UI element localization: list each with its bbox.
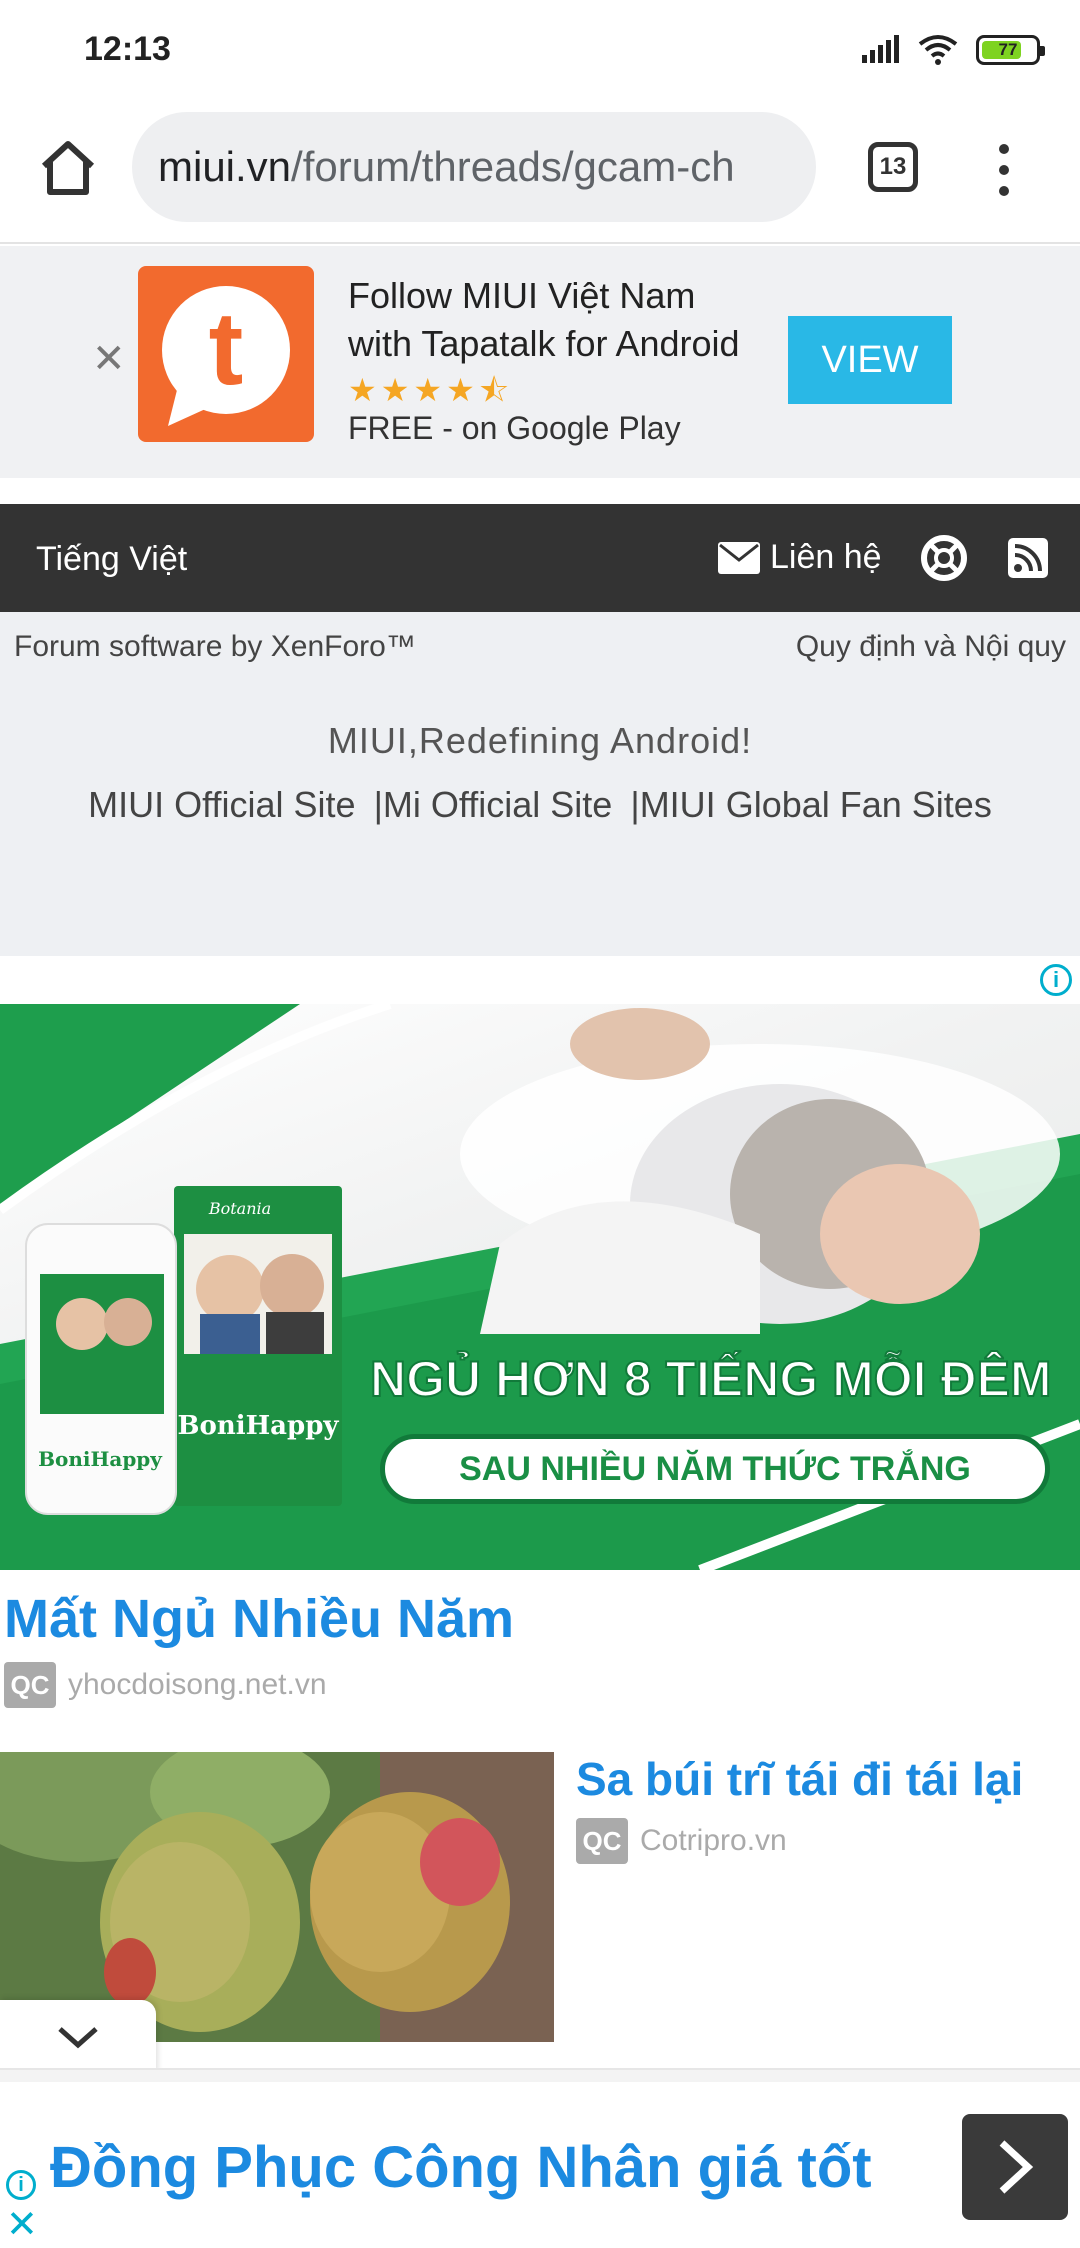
url-domain: miui.vn xyxy=(158,143,292,190)
source-domain: yhocdoisong.net.vn xyxy=(68,1668,327,1701)
ad-badge-2: QC xyxy=(576,1818,628,1864)
ad-info-icon-bottom[interactable]: i xyxy=(6,2170,36,2200)
miui-global-fan-sites-link[interactable]: |MIUI Global Fan Sites xyxy=(630,784,991,825)
tapatalk-logo[interactable]: t xyxy=(138,266,314,442)
forum-footer: Forum software by XenForo™ Quy định và N… xyxy=(0,612,1080,956)
article-source: QC yhocdoisong.net.vn xyxy=(4,1662,327,1708)
site-links: MIUI Official Site |Mi Official Site |MI… xyxy=(0,784,1080,826)
help-lifebuoy-icon[interactable] xyxy=(920,534,968,582)
ad-info-icon[interactable]: i xyxy=(1040,964,1072,996)
wifi-icon xyxy=(918,35,958,65)
address-bar[interactable]: miui.vn/forum/threads/gcam-ch xyxy=(132,112,816,222)
miui-official-site-link[interactable]: MIUI Official Site xyxy=(88,784,355,825)
article-source-2: QC Cotripro.vn xyxy=(576,1818,787,1864)
contact-link[interactable]: Liên hệ xyxy=(718,538,882,577)
ad-badge: QC xyxy=(4,1662,56,1708)
url-text: miui.vn/forum/threads/gcam-ch xyxy=(158,143,735,191)
collapse-ad-button[interactable] xyxy=(0,2000,156,2074)
forum-nav-bar: Tiếng Việt Liên hệ xyxy=(0,504,1080,612)
tapatalk-subtitle: FREE - on Google Play xyxy=(348,410,681,446)
tapatalk-title: Follow MIUI Việt Nam with Tapatalk for A… xyxy=(348,275,740,364)
rss-icon[interactable] xyxy=(1008,538,1048,578)
tapatalk-logo-icon: t xyxy=(162,286,290,426)
status-time: 12:13 xyxy=(84,30,171,68)
article-title[interactable]: Mất Ngủ Nhiều Năm xyxy=(4,1588,514,1650)
status-bar: 12:13 77 xyxy=(0,0,1080,100)
tagline: MIUI,Redefining Android! xyxy=(327,720,753,761)
fruit-image xyxy=(0,1752,554,2042)
mi-official-site-link[interactable]: |Mi Official Site xyxy=(374,784,613,825)
view-button[interactable]: VIEW xyxy=(788,316,952,404)
ad-subline: SAU NHIỀU NĂM THỨC TRẮNG xyxy=(380,1434,1050,1504)
source-domain-2: Cotripro.vn xyxy=(640,1824,787,1857)
bottom-ad-title[interactable]: Đồng Phục Công Nhân giá tốt xyxy=(50,2134,872,2201)
status-icons: 77 xyxy=(860,30,1045,70)
article-thumbnail[interactable] xyxy=(0,1752,554,2042)
ad-close-icon[interactable]: ✕ xyxy=(6,2206,38,2244)
software-credit-link[interactable]: Forum software by XenForo™ xyxy=(14,630,416,664)
close-icon[interactable]: ✕ xyxy=(92,336,126,382)
svg-text:t: t xyxy=(209,291,244,407)
battery-icon: 77 xyxy=(976,35,1045,65)
contact-label: Liên hệ xyxy=(770,538,882,576)
rules-link[interactable]: Quy định và Nội quy xyxy=(796,630,1066,664)
browser-toolbar: miui.vn/forum/threads/gcam-ch 13 xyxy=(0,100,1080,244)
signal-icon xyxy=(862,35,899,63)
language-selector[interactable]: Tiếng Việt xyxy=(36,540,187,579)
bottom-ad[interactable]: i ✕ Đồng Phục Công Nhân giá tốt xyxy=(0,2082,1080,2248)
svg-text:BoniHappy: BoniHappy xyxy=(178,1411,340,1441)
chevron-down-icon xyxy=(58,2027,98,2049)
chevron-right-icon[interactable] xyxy=(962,2114,1068,2220)
ad-banner[interactable]: BoniHappy Botania BoniHappy NGỦ HƠN 8 TI… xyxy=(0,1004,1080,1570)
divider xyxy=(0,2068,1080,2082)
svg-text:BoniHappy: BoniHappy xyxy=(38,1447,163,1471)
envelope-icon xyxy=(718,541,760,574)
tapatalk-banner: ✕ t Follow MIUI Việt Nam with Tapatalk f… xyxy=(0,246,1080,478)
url-path: /forum/threads/gcam-ch xyxy=(291,143,735,190)
ad-headline: NGỦ HƠN 8 TIẾNG MỖI ĐÊM xyxy=(369,1350,1053,1408)
overflow-menu-icon[interactable] xyxy=(986,140,1022,200)
article-title-2[interactable]: Sa búi trĩ tái đi tái lại xyxy=(576,1752,1023,1806)
tab-count: 13 xyxy=(879,153,907,180)
svg-text:Botania: Botania xyxy=(208,1199,271,1218)
tab-switcher-button[interactable]: 13 xyxy=(868,142,918,192)
home-icon[interactable] xyxy=(36,136,100,200)
battery-level: 77 xyxy=(998,40,1018,59)
